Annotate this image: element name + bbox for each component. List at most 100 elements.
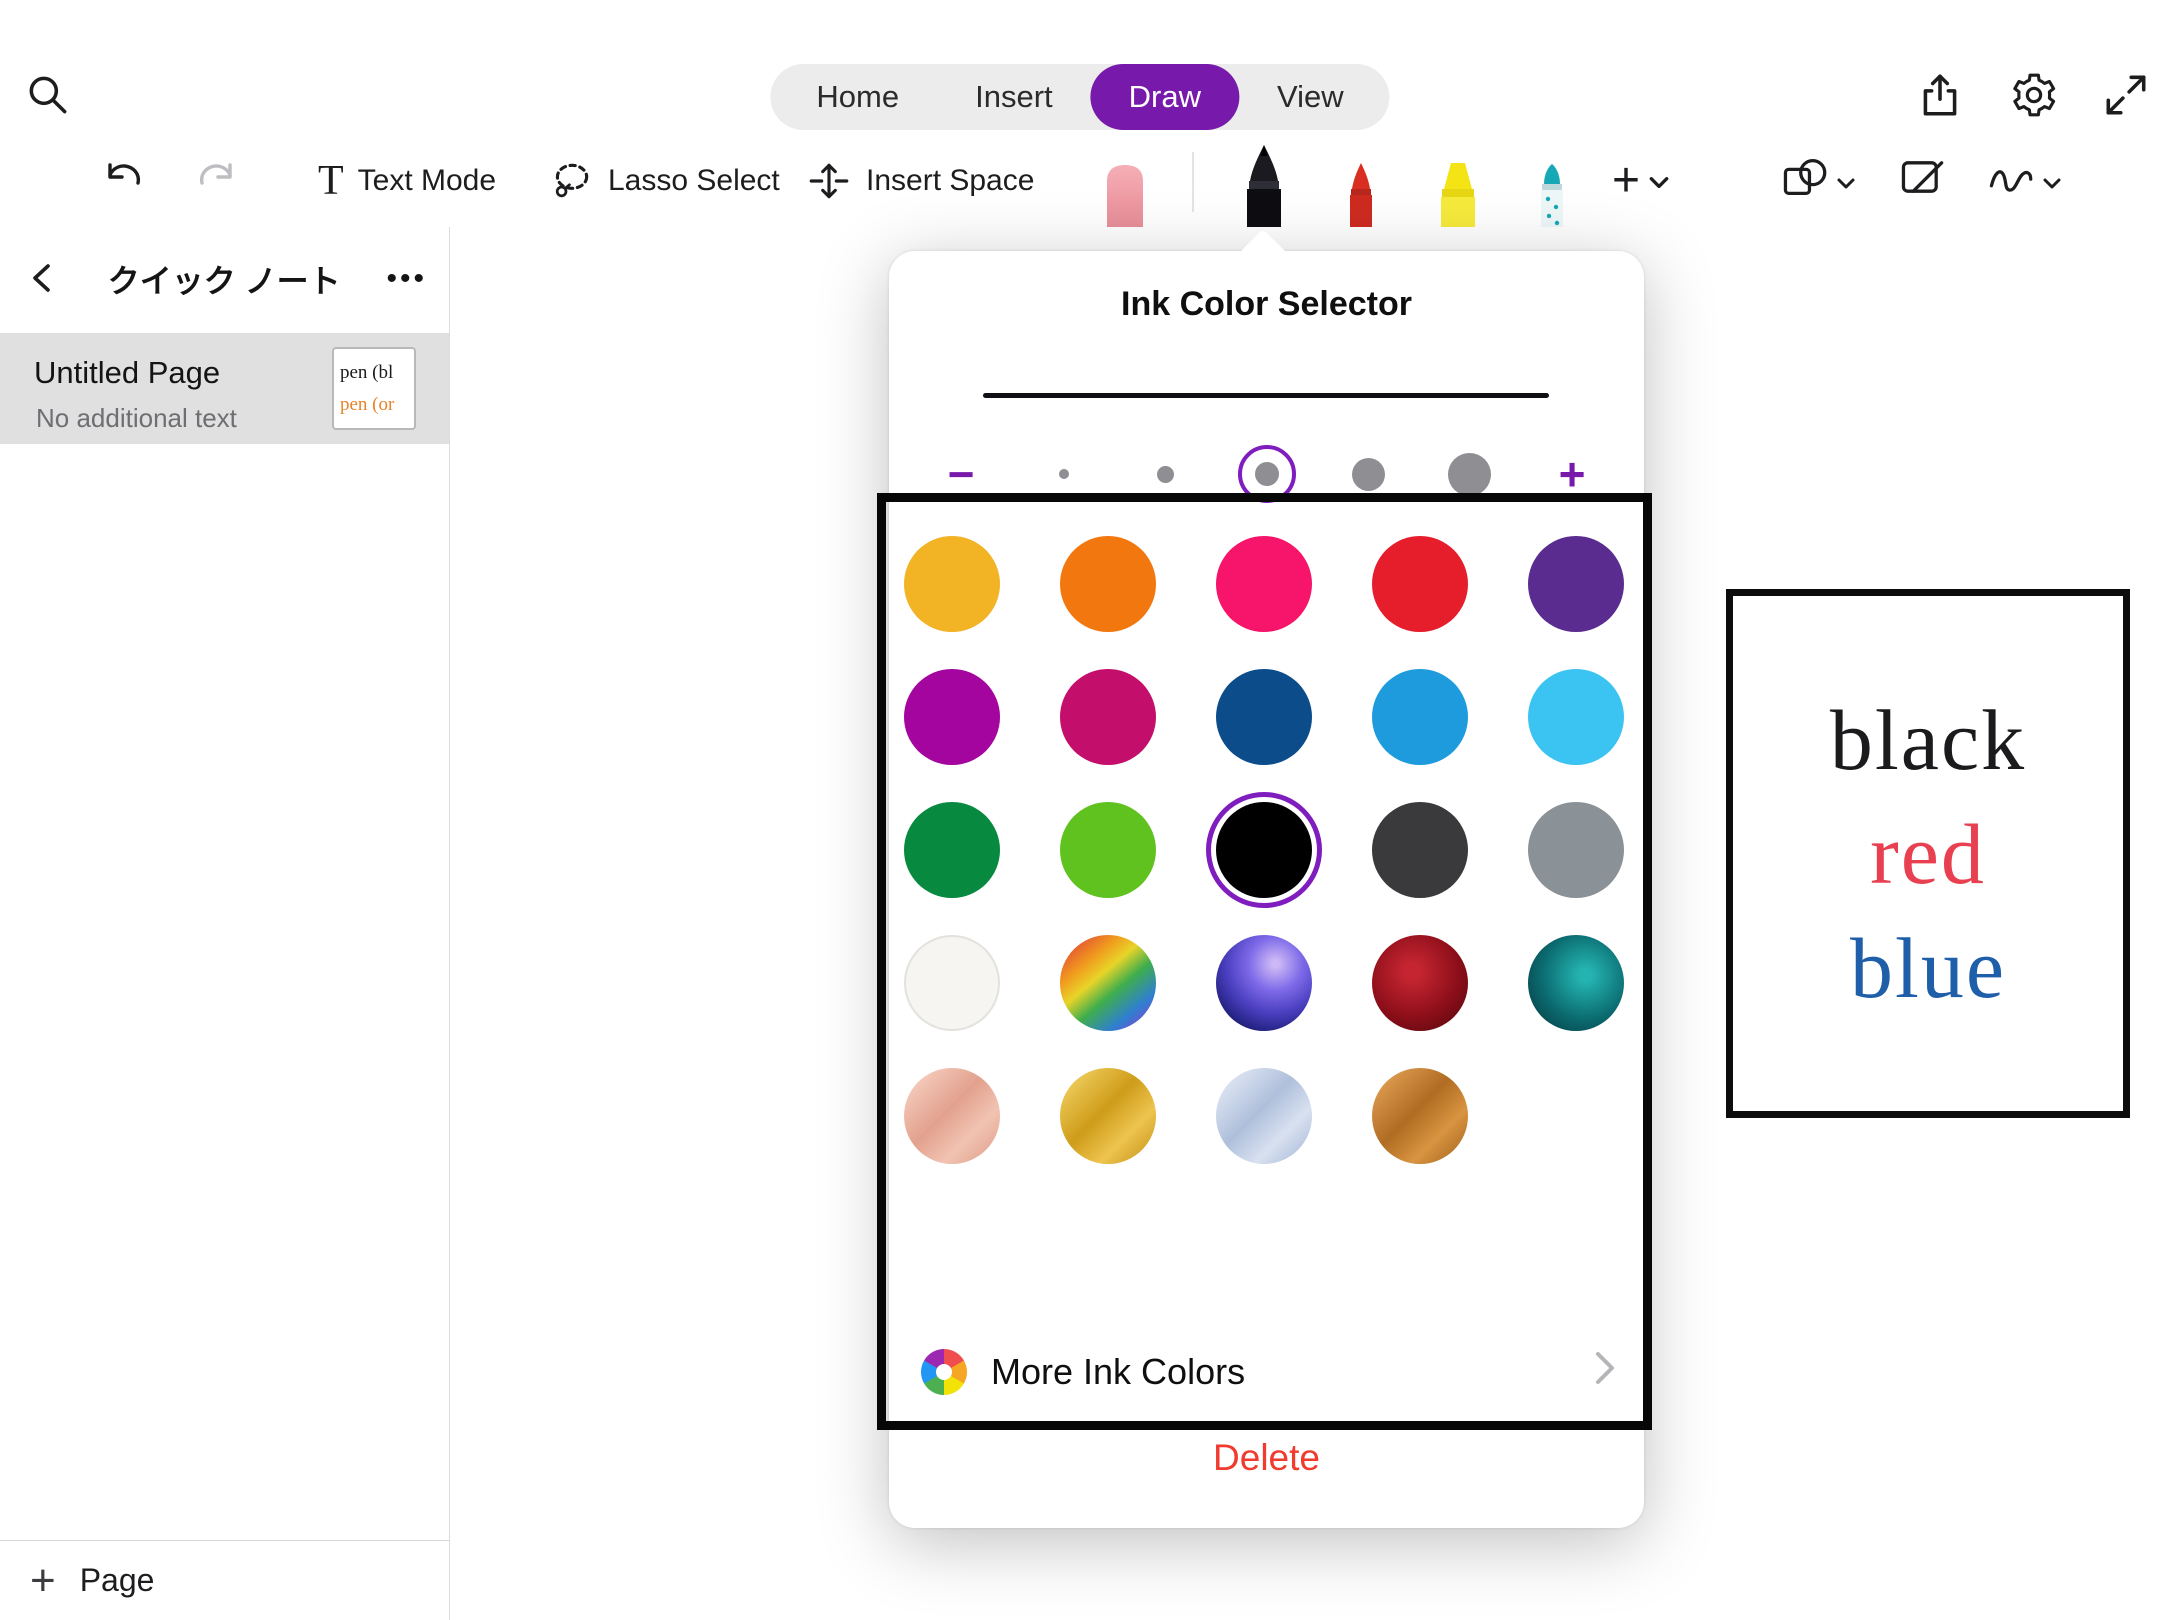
chevron-left-icon (22, 288, 62, 303)
thickness-dot-2[interactable] (1136, 441, 1194, 507)
share-icon (1915, 70, 1965, 123)
undo-button[interactable] (100, 135, 148, 227)
text-mode-label: Text Mode (358, 164, 496, 198)
popup-arrow (1239, 229, 1287, 277)
color-swatch-bronze[interactable] (1372, 1068, 1468, 1164)
thumbnail-text-line: pen (bl (340, 362, 393, 383)
redo-icon (192, 153, 240, 209)
search-icon (23, 70, 73, 123)
redo-button[interactable] (192, 135, 240, 227)
insert-space-label: Insert Space (866, 164, 1034, 198)
color-swatch-gold[interactable] (1060, 1068, 1156, 1164)
eraser-tool[interactable] (1097, 161, 1153, 227)
selected-ring (1238, 445, 1296, 503)
tab-home[interactable]: Home (778, 64, 937, 130)
plus-icon: + (30, 1559, 56, 1603)
toolbar-divider (1192, 152, 1194, 212)
pen-teal-tool[interactable] (1530, 161, 1574, 227)
ink-word: red (1870, 811, 1986, 897)
lasso-select-button[interactable]: Lasso Select (548, 135, 780, 227)
color-swatch-gray[interactable] (1528, 802, 1624, 898)
notebook-title: クイック ノート (62, 256, 386, 302)
color-swatch-berry[interactable] (1060, 669, 1156, 765)
fullscreen-button[interactable] (2100, 70, 2152, 122)
color-wheel-icon (921, 1349, 967, 1395)
more-ink-colors-button[interactable]: More Ink Colors (921, 1337, 1618, 1407)
delete-pen-button[interactable]: Delete (889, 1437, 1644, 1479)
insert-space-icon (806, 158, 852, 204)
thickness-decrease-button[interactable]: − (931, 451, 991, 497)
color-swatch-red-marble[interactable] (1372, 935, 1468, 1031)
ink-word: black (1830, 697, 2026, 783)
sidebar-header: クイック ノート ••• (0, 227, 449, 331)
undo-icon (100, 153, 148, 209)
pen-black-tool[interactable] (1232, 143, 1296, 227)
share-button[interactable] (1914, 70, 1966, 122)
color-swatch-black-selected[interactable] (1216, 802, 1312, 898)
color-swatch-teal-marble[interactable] (1528, 935, 1624, 1031)
color-swatch-navy-blue[interactable] (1216, 669, 1312, 765)
thumbnail-text-line: pen (or (340, 394, 394, 415)
thickness-dot-1[interactable] (1035, 441, 1093, 507)
insert-space-button[interactable]: Insert Space (806, 135, 1034, 227)
text-mode-button[interactable]: T Text Mode (318, 135, 496, 227)
color-swatch-grid (904, 536, 1624, 1164)
color-swatch-rainbow-glitter[interactable] (1060, 935, 1156, 1031)
color-swatch-magenta[interactable] (904, 669, 1000, 765)
page-pen-button[interactable] (1898, 135, 1946, 227)
thickness-increase-button[interactable]: + (1542, 451, 1602, 497)
teal-pen-icon (1530, 217, 1574, 227)
more-options-button[interactable]: ••• (386, 262, 427, 296)
app-window: Home Insert Draw View (0, 0, 2160, 1620)
color-swatch-green[interactable] (904, 802, 1000, 898)
page-pen-icon (1898, 153, 1946, 209)
tab-view[interactable]: View (1239, 64, 1382, 130)
thickness-dot-3-selected[interactable] (1238, 441, 1296, 507)
color-swatch-yellow[interactable] (904, 536, 1000, 632)
ellipsis-icon: ••• (386, 262, 427, 295)
page-thumbnail: pen (bl pen (or (332, 347, 416, 430)
color-swatch-red[interactable] (1372, 536, 1468, 632)
plus-icon: + (1612, 157, 1640, 205)
pen-red-tool[interactable] (1339, 161, 1383, 227)
color-swatch-sky-blue[interactable] (1528, 669, 1624, 765)
more-ink-colors-label: More Ink Colors (991, 1351, 1568, 1393)
thickness-dot-4[interactable] (1339, 441, 1397, 507)
ink-style-button[interactable] (1986, 135, 2062, 227)
chevron-down-icon (2042, 164, 2062, 198)
tab-insert[interactable]: Insert (937, 64, 1091, 130)
draw-toolbar: T Text Mode Lasso Select Insert Space (0, 135, 2160, 227)
red-pen-icon (1339, 217, 1383, 227)
eraser-icon (1097, 217, 1153, 227)
ink-word: blue (1850, 925, 2006, 1011)
shapes-button[interactable] (1780, 135, 1856, 227)
add-pen-button[interactable]: + (1612, 135, 1670, 227)
color-swatch-orange[interactable] (1060, 536, 1156, 632)
page-subtitle: No additional text (36, 403, 237, 434)
search-button[interactable] (22, 70, 74, 122)
color-swatch-dark-gray[interactable] (1372, 802, 1468, 898)
tab-draw[interactable]: Draw (1091, 64, 1239, 130)
add-page-label: Page (80, 1562, 155, 1599)
color-swatch-silver[interactable] (1216, 1068, 1312, 1164)
page-list-item[interactable]: Untitled Page No additional text pen (bl… (0, 333, 449, 444)
expand-icon (2101, 70, 2151, 123)
color-swatch-lime-green[interactable] (1060, 802, 1156, 898)
settings-button[interactable] (2008, 70, 2060, 122)
thickness-dot-5[interactable] (1441, 441, 1499, 507)
color-swatch-galaxy[interactable] (1216, 935, 1312, 1031)
color-swatch-pink[interactable] (1216, 536, 1312, 632)
chevron-down-icon (1648, 164, 1670, 198)
sidebar: クイック ノート ••• Untitled Page No additional… (0, 227, 450, 1620)
color-swatch-purple[interactable] (1528, 536, 1624, 632)
popup-title: Ink Color Selector (889, 285, 1644, 324)
color-swatch-white[interactable] (904, 935, 1000, 1031)
stroke-preview (983, 393, 1549, 398)
add-page-button[interactable]: + Page (0, 1540, 449, 1620)
back-button[interactable] (22, 256, 62, 303)
color-swatch-blue[interactable] (1372, 669, 1468, 765)
ribbon-tabs: Home Insert Draw View (770, 64, 1389, 130)
highlighter-tool[interactable] (1432, 159, 1484, 227)
scribble-icon (1986, 153, 2034, 209)
color-swatch-rose-gold[interactable] (904, 1068, 1000, 1164)
